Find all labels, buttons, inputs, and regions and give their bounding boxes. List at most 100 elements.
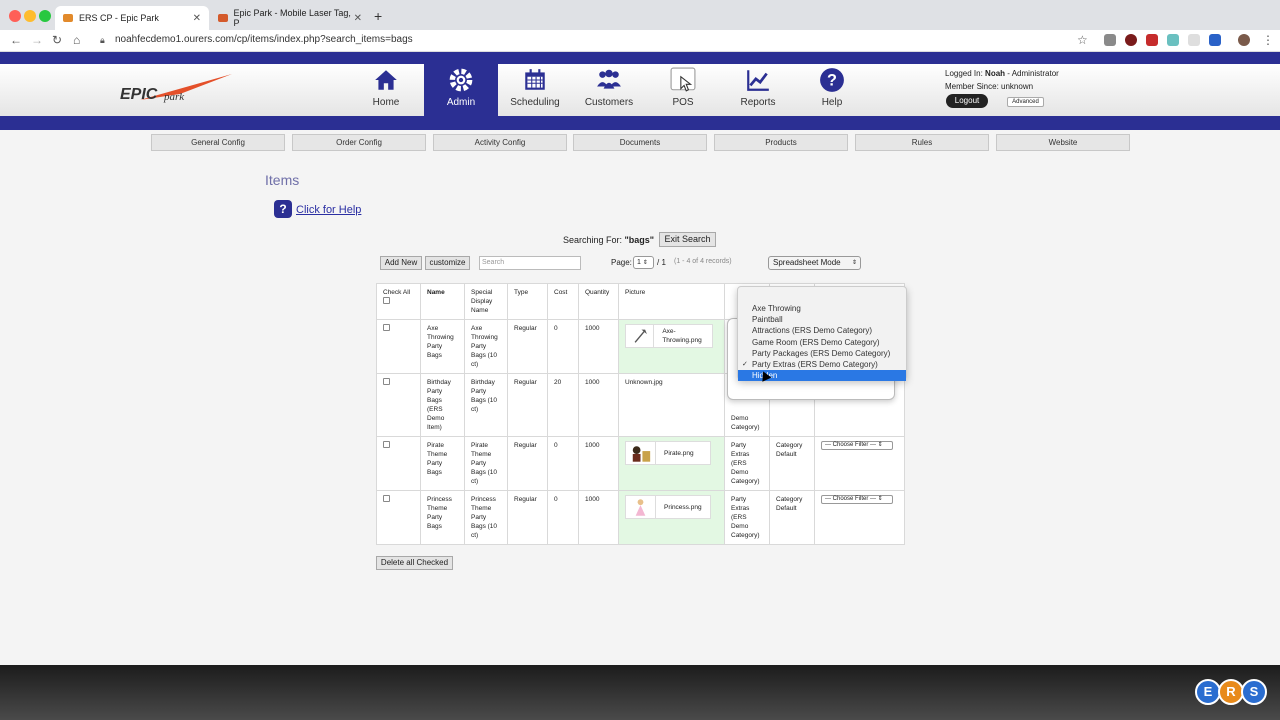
picture-box[interactable]: Axe-Throwing.png	[625, 324, 713, 348]
login-role: - Administrator	[1005, 69, 1059, 78]
home-browser-icon[interactable]: ⌂	[73, 33, 80, 47]
add-new-button[interactable]: Add New	[380, 256, 422, 270]
column-header-name[interactable]: Name	[420, 283, 465, 320]
close-tab-icon[interactable]: ✕	[193, 13, 201, 24]
bookmark-star-icon[interactable]: ☆	[1077, 33, 1088, 47]
extension-icon[interactable]	[1125, 34, 1137, 46]
choose-filter-select[interactable]: --- Choose Filter --- ⇕	[821, 495, 893, 504]
item-type[interactable]: Regular	[507, 490, 548, 545]
dropdown-option-checked[interactable]: ✓ Party Extras (ERS Demo Category)	[738, 359, 906, 370]
item-name[interactable]: Birthday Party Bags (ERS Demo Item)	[420, 373, 465, 437]
subnav-rules[interactable]: Rules	[855, 134, 989, 151]
item-special-name[interactable]: Pirate Theme Party Bags (10 ct)	[464, 436, 508, 491]
item-type[interactable]: Regular	[507, 319, 548, 374]
customize-button[interactable]: customize	[425, 256, 470, 270]
extension-icon[interactable]	[1104, 34, 1116, 46]
nav-customers[interactable]: Customers	[572, 64, 646, 116]
epic-park-logo[interactable]: EPIC park	[120, 72, 238, 106]
item-picture-cell[interactable]: Axe-Throwing.png	[618, 319, 725, 374]
dropdown-option[interactable]: Axe Throwing	[738, 303, 906, 314]
row-checkbox[interactable]	[383, 378, 390, 385]
item-category[interactable]: Party Extras (ERS Demo Category)	[724, 436, 770, 491]
url-field[interactable]: noahfecdemo1.ourers.com/cp/items/index.p…	[115, 34, 413, 45]
item-special-name[interactable]: Princess Theme Party Bags (10 ct)	[464, 490, 508, 545]
subnav-products[interactable]: Products	[714, 134, 848, 151]
item-quantity[interactable]: 1000	[578, 319, 619, 374]
forward-icon[interactable]: →	[31, 33, 43, 47]
extension-icon[interactable]	[1188, 34, 1200, 46]
item-cost[interactable]: 0	[547, 490, 579, 545]
nav-scheduling[interactable]: Scheduling	[498, 64, 572, 116]
new-tab-button[interactable]: +	[374, 8, 382, 24]
item-category[interactable]: Party Extras (ERS Demo Category)	[724, 490, 770, 545]
subnav-documents[interactable]: Documents	[573, 134, 707, 151]
row-checkbox[interactable]	[383, 495, 390, 502]
item-special-name[interactable]: Birthday Party Bags (10 ct)	[464, 373, 508, 437]
item-picture-cell[interactable]: Princess.png	[618, 490, 725, 545]
picture-box[interactable]: Princess.png	[625, 495, 711, 519]
dropdown-option[interactable]: Game Room (ERS Demo Category)	[738, 337, 906, 348]
extension-icon[interactable]	[1146, 34, 1158, 46]
dropdown-option[interactable]: Paintball	[738, 314, 906, 325]
item-picture-cell[interactable]: Unknown.jpg	[618, 373, 725, 437]
check-all-checkbox[interactable]	[383, 297, 390, 304]
nav-label: Home	[372, 97, 400, 108]
back-icon[interactable]: ←	[10, 33, 22, 47]
minimize-window-icon[interactable]	[24, 10, 36, 22]
nav-reports[interactable]: Reports	[721, 64, 795, 116]
tab-epic-park[interactable]: Epic Park - Mobile Laser Tag, P ✕	[210, 6, 370, 30]
column-header-cost[interactable]: Cost	[547, 283, 579, 320]
item-type[interactable]: Regular	[507, 373, 548, 437]
picture-box[interactable]: Pirate.png	[625, 441, 711, 465]
help-link[interactable]: Click for Help	[296, 204, 361, 216]
row-checkbox[interactable]	[383, 441, 390, 448]
choose-filter-select[interactable]: --- Choose Filter --- ⇕	[821, 441, 893, 450]
column-header-picture[interactable]: Picture	[618, 283, 725, 320]
item-quantity[interactable]: 1000	[578, 373, 619, 437]
item-special-name[interactable]: Axe Throwing Party Bags (10 ct)	[464, 319, 508, 374]
item-picture-cell[interactable]: Pirate.png	[618, 436, 725, 491]
spreadsheet-mode-select[interactable]: Spreadsheet Mode ⇕	[768, 256, 861, 270]
nav-pos[interactable]: POS	[646, 64, 720, 116]
item-name[interactable]: Pirate Theme Party Bags	[420, 436, 465, 491]
search-input[interactable]: Search	[479, 256, 581, 270]
dropdown-option[interactable]: Attractions (ERS Demo Category)	[738, 325, 906, 336]
subnav-order-config[interactable]: Order Config	[292, 134, 426, 151]
item-quantity[interactable]: 1000	[578, 490, 619, 545]
page-title: Items	[265, 172, 300, 188]
menu-icon[interactable]: ⋮	[1262, 33, 1274, 47]
nav-admin[interactable]: Admin	[424, 60, 498, 116]
maximize-window-icon[interactable]	[39, 10, 51, 22]
extension-icon[interactable]	[1167, 34, 1179, 46]
close-tab-icon[interactable]: ✕	[354, 13, 362, 24]
tab-ers-cp[interactable]: ERS CP - Epic Park ✕	[55, 6, 209, 30]
item-name[interactable]: Princess Theme Party Bags	[420, 490, 465, 545]
nav-help[interactable]: ? Help	[795, 64, 869, 116]
dropdown-option[interactable]: Party Packages (ERS Demo Category)	[738, 348, 906, 359]
subnav-general-config[interactable]: General Config	[151, 134, 285, 151]
advanced-button[interactable]: Advanced	[1007, 97, 1044, 107]
item-type[interactable]: Regular	[507, 436, 548, 491]
subnav-activity-config[interactable]: Activity Config	[433, 134, 567, 151]
row-checkbox[interactable]	[383, 324, 390, 331]
item-cost[interactable]: 0	[547, 436, 579, 491]
item-name[interactable]: Axe Throwing Party Bags	[420, 319, 465, 374]
help-icon[interactable]: ?	[274, 200, 292, 218]
category-dropdown[interactable]: Axe Throwing Paintball Attractions (ERS …	[737, 286, 907, 382]
column-header-type[interactable]: Type	[507, 283, 548, 320]
item-cost[interactable]: 0	[547, 319, 579, 374]
logout-button[interactable]: Logout	[946, 94, 988, 108]
avatar[interactable]	[1238, 34, 1250, 46]
column-header-quantity[interactable]: Quantity	[578, 283, 619, 320]
subnav-website[interactable]: Website	[996, 134, 1130, 151]
delete-all-checked-button[interactable]: Delete all Checked	[376, 556, 453, 570]
page-select[interactable]: 1 ⇕	[633, 256, 654, 269]
nav-home[interactable]: Home	[349, 64, 423, 116]
close-window-icon[interactable]	[9, 10, 21, 22]
extension-icon[interactable]	[1209, 34, 1221, 46]
item-cost[interactable]: 20	[547, 373, 579, 437]
item-quantity[interactable]: 1000	[578, 436, 619, 491]
column-header-special[interactable]: Special Display Name	[464, 283, 508, 320]
exit-search-button[interactable]: Exit Search	[659, 232, 716, 247]
reload-icon[interactable]: ↻	[52, 33, 62, 47]
